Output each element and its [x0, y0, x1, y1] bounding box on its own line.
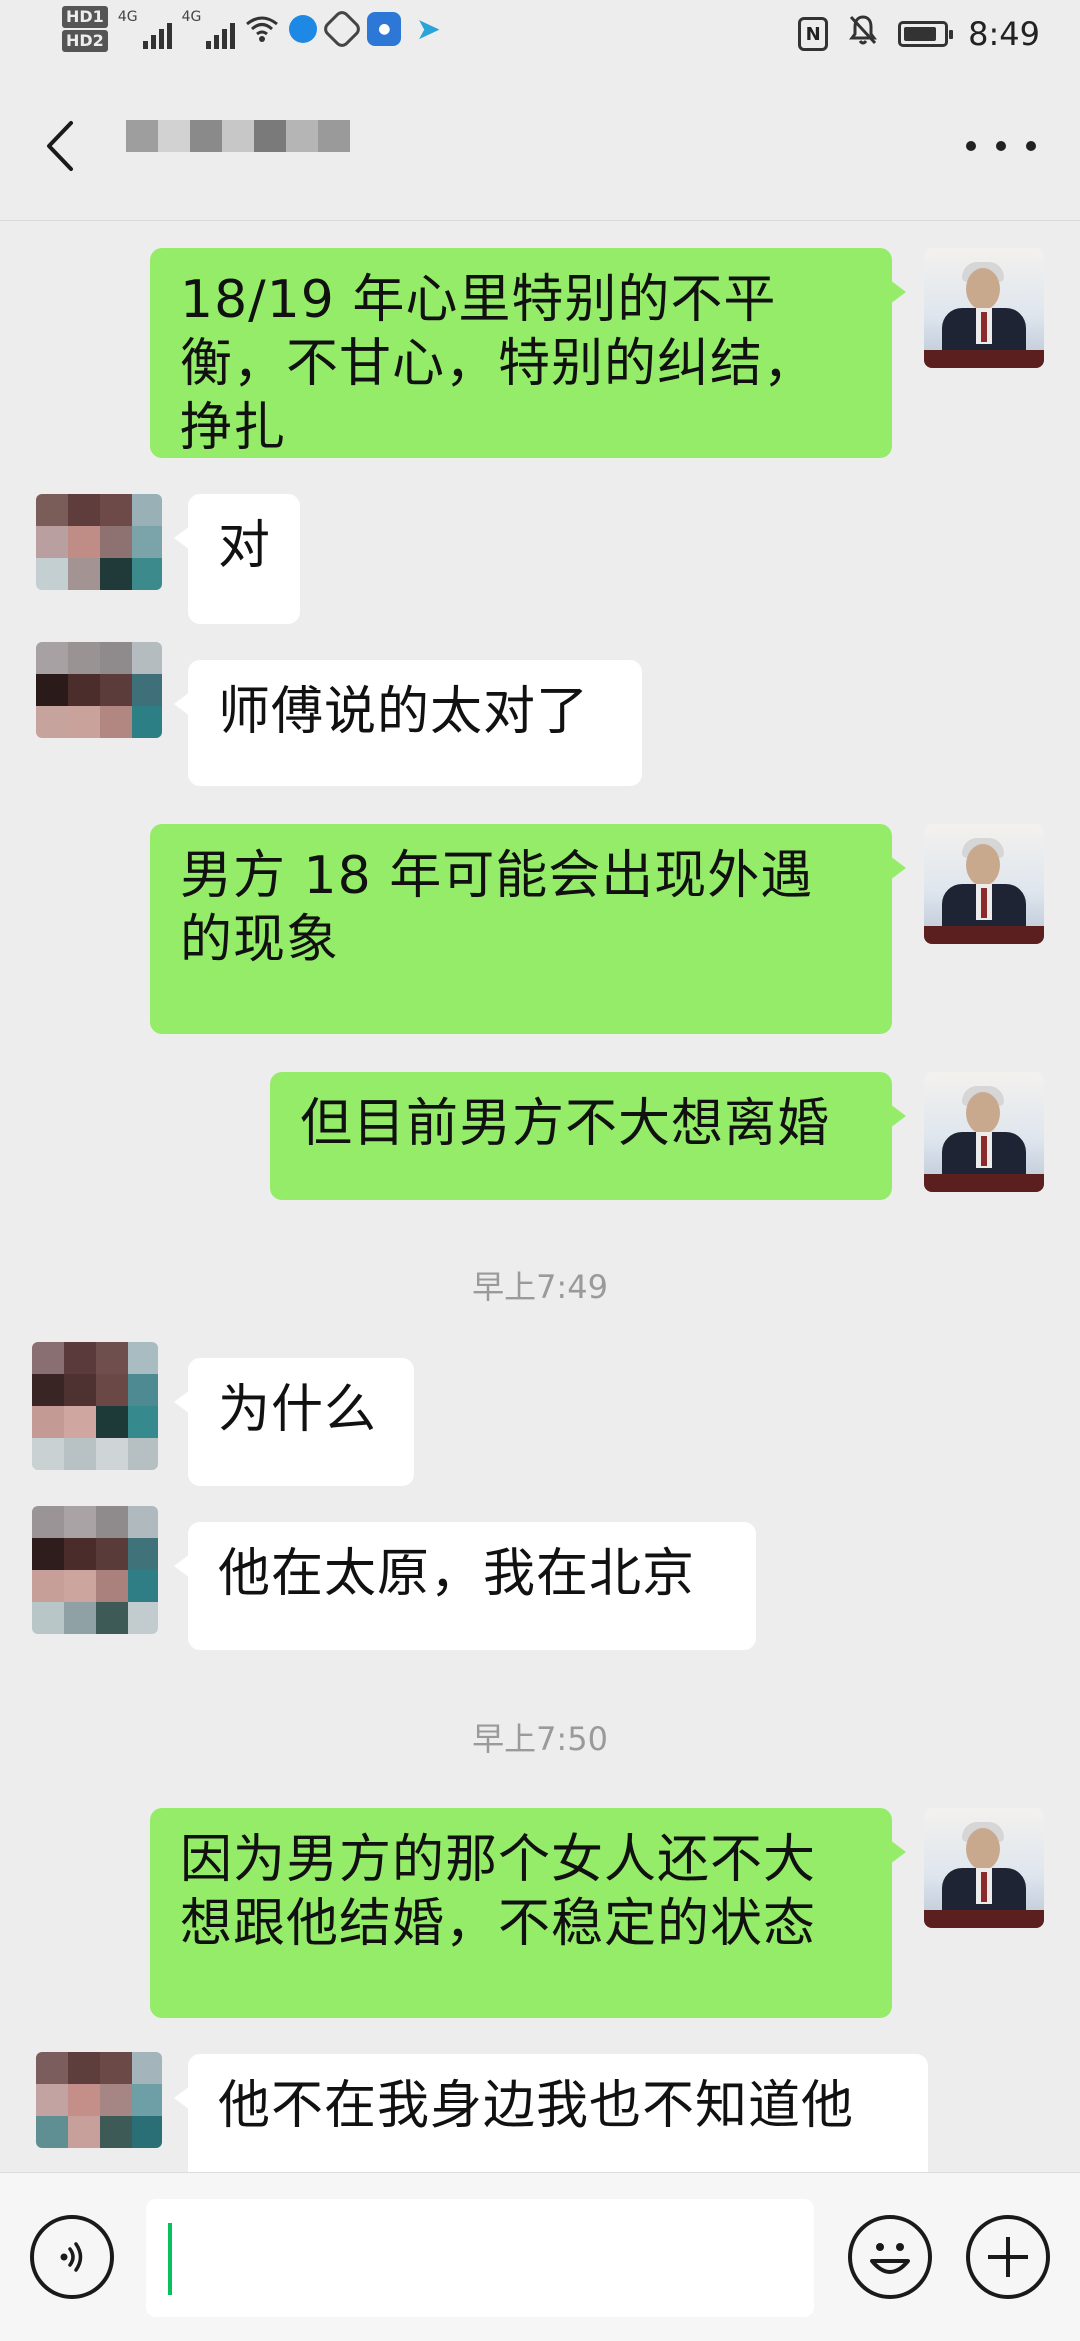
contact-avatar[interactable]: [36, 2052, 162, 2148]
chat-header: [0, 72, 1080, 221]
mute-bell-icon: [848, 14, 878, 54]
contact-avatar[interactable]: [32, 1506, 158, 1634]
network2-label: 4G: [181, 9, 202, 25]
status-left: HD1 HD2 4G 4G ● ➤: [62, 6, 445, 52]
contact-avatar[interactable]: [32, 1342, 158, 1470]
contact-avatar[interactable]: [36, 494, 162, 590]
message-bubble-sent[interactable]: 18/19 年心里特别的不平衡，不甘心，特别的纠结，挣扎: [150, 248, 906, 458]
hd2-badge: HD2: [62, 30, 108, 52]
back-arrow-icon[interactable]: [36, 112, 84, 180]
app-icon: [321, 7, 364, 51]
message-text: 对: [218, 516, 272, 576]
message-text: 为什么: [218, 1380, 378, 1440]
timestamp: 早上7:49: [472, 1268, 608, 1306]
map-app-icon: ●: [367, 12, 402, 46]
message-text: 师傅说的太对了: [218, 682, 590, 742]
more-functions-plus-icon[interactable]: [966, 2215, 1050, 2299]
network1-label: 4G: [117, 9, 138, 25]
hd-indicators: HD1 HD2: [62, 6, 108, 52]
message-bubble-sent[interactable]: 因为男方的那个女人还不大想跟他结婚，不稳定的状态: [150, 1808, 906, 2018]
message-text: 但目前男方不大想离婚: [300, 1094, 831, 1154]
browser-icon: [289, 15, 318, 43]
message-bubble-received[interactable]: 他在太原，我在北京: [174, 1522, 756, 1650]
my-avatar[interactable]: [924, 248, 1044, 368]
message-text: 他在太原，我在北京: [218, 1544, 696, 1604]
signal-icon: 4G: [118, 9, 172, 49]
my-avatar[interactable]: [924, 824, 1044, 944]
my-avatar[interactable]: [924, 1808, 1044, 1928]
nfc-icon: N: [798, 17, 829, 51]
message-text: 他不在我身边我也不知道他: [218, 2076, 855, 2136]
message-bubble-sent[interactable]: 男方 18 年可能会出现外遇的现象: [150, 824, 906, 1034]
message-bubble-sent[interactable]: 但目前男方不大想离婚: [270, 1072, 906, 1200]
hd1-badge: HD1: [62, 6, 108, 28]
message-bubble-received[interactable]: 对: [174, 494, 300, 624]
message-bubble-received[interactable]: 为什么: [174, 1358, 414, 1486]
status-time: 8:49: [968, 15, 1040, 53]
signal-icon-2: 4G: [182, 9, 236, 49]
text-cursor: [168, 2223, 172, 2295]
timestamp: 早上7:50: [472, 1720, 608, 1758]
message-input[interactable]: [146, 2199, 814, 2317]
contact-avatar[interactable]: [36, 642, 162, 738]
voice-input-icon[interactable]: [30, 2215, 114, 2299]
status-bar: HD1 HD2 4G 4G ● ➤ N 8:49: [0, 0, 1080, 72]
wifi-icon: [245, 12, 279, 46]
message-text: 18/19 年心里特别的不平衡，不甘心，特别的纠结，挣扎: [180, 270, 817, 458]
emoji-icon[interactable]: [848, 2215, 932, 2299]
battery-icon: [898, 21, 954, 47]
input-bar: [0, 2172, 1080, 2341]
message-bubble-received[interactable]: 师傅说的太对了: [174, 660, 642, 786]
my-avatar[interactable]: [924, 1072, 1044, 1192]
message-text: 男方 18 年可能会出现外遇的现象: [180, 846, 814, 970]
message-text: 因为男方的那个女人还不大想跟他结婚，不稳定的状态: [180, 1830, 817, 1954]
telegram-icon: ➤: [415, 11, 441, 47]
more-options-icon[interactable]: [966, 124, 1036, 168]
status-right: N 8:49: [798, 14, 1040, 54]
contact-name-pixelated: [126, 120, 350, 152]
